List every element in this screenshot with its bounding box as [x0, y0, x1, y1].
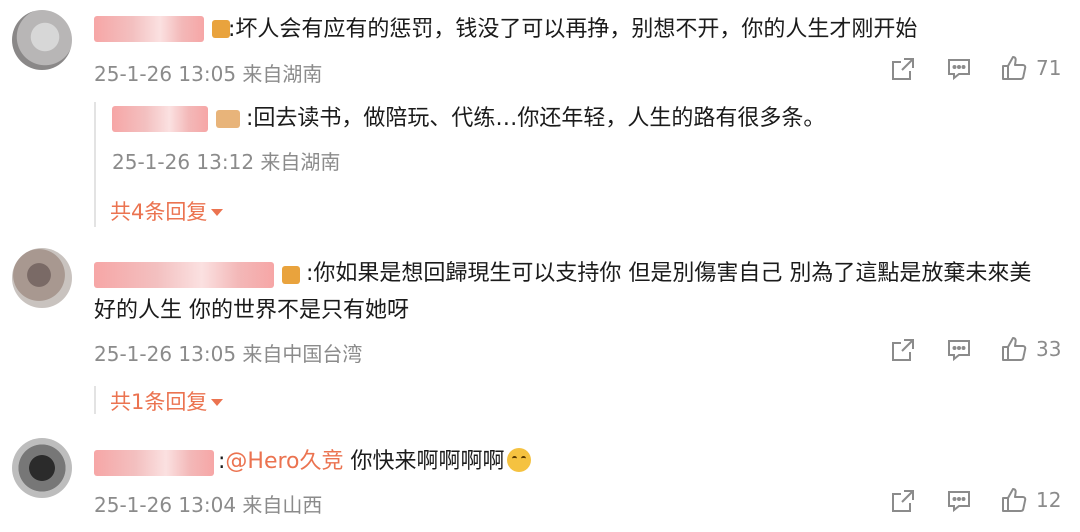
- comment-button[interactable]: [946, 337, 972, 363]
- like-icon: [1002, 56, 1027, 80]
- like-icon: [1002, 337, 1027, 361]
- user-badge-icon: [216, 110, 240, 128]
- user-badge-icon: [282, 266, 300, 284]
- comment-text-line1: :你如果是想回歸現生可以支持你 但是別傷害自己 別為了這點是放棄未來美: [306, 261, 1032, 286]
- username-blurred[interactable]: [94, 16, 230, 42]
- username-blurred[interactable]: [94, 262, 300, 288]
- comment-button[interactable]: [946, 56, 972, 82]
- more-replies-label: 共4条回复: [110, 200, 208, 224]
- comment-meta: 25-1-26 13:05 来自湖南: [94, 62, 323, 86]
- comment-icon: [948, 491, 970, 513]
- avatar[interactable]: [12, 248, 72, 308]
- reply-text: :回去读书，做陪玩、代练…你还年轻，人生的路有很多条。: [246, 106, 826, 131]
- username-blurred[interactable]: [94, 450, 214, 476]
- more-replies-link[interactable]: 共4条回复: [110, 196, 224, 226]
- comment-button[interactable]: [946, 488, 972, 514]
- like-button[interactable]: 71: [1000, 54, 1061, 82]
- more-replies-label: 共1条回复: [110, 390, 208, 414]
- more-replies-link[interactable]: 共1条回复: [110, 386, 224, 416]
- share-icon: [892, 58, 914, 80]
- like-button[interactable]: 33: [1000, 335, 1061, 363]
- reply-divider: [94, 386, 96, 414]
- like-icon: [1002, 488, 1027, 512]
- comment-body: 你快来啊啊啊啊: [343, 449, 505, 474]
- share-button[interactable]: [890, 488, 916, 514]
- comment-meta: 25-1-26 13:05 来自中国台湾: [94, 342, 363, 366]
- comment-text: :坏人会有应有的惩罚，钱没了可以再挣，别想不开，你的人生才刚开始: [228, 17, 918, 42]
- comment-icon: [948, 340, 970, 362]
- crying-emoji-icon: [506, 448, 531, 472]
- reply-meta: 25-1-26 13:12 来自湖南: [112, 150, 341, 174]
- like-button[interactable]: 12: [1000, 486, 1061, 514]
- avatar[interactable]: [12, 10, 72, 70]
- chevron-down-icon: [211, 399, 224, 406]
- mention-link[interactable]: @Hero久竞: [225, 449, 343, 474]
- like-count: 33: [1036, 337, 1062, 361]
- share-icon: [892, 339, 914, 361]
- share-button[interactable]: [890, 337, 916, 363]
- comment-text: :@Hero久竞 你快来啊啊啊啊: [218, 446, 531, 477]
- like-count: 71: [1036, 56, 1062, 80]
- comment-text-line2: 好的人生 你的世界不是只有她呀: [94, 298, 409, 323]
- chevron-down-icon: [211, 209, 224, 216]
- avatar[interactable]: [12, 438, 72, 498]
- share-button[interactable]: [890, 56, 916, 82]
- share-icon: [892, 490, 914, 512]
- like-count: 12: [1036, 488, 1062, 512]
- comment-icon: [948, 59, 970, 81]
- comment-meta: 25-1-26 13:04 来自山西: [94, 493, 323, 517]
- reply-divider: [94, 102, 96, 227]
- reply-username-blurred[interactable]: [112, 106, 240, 132]
